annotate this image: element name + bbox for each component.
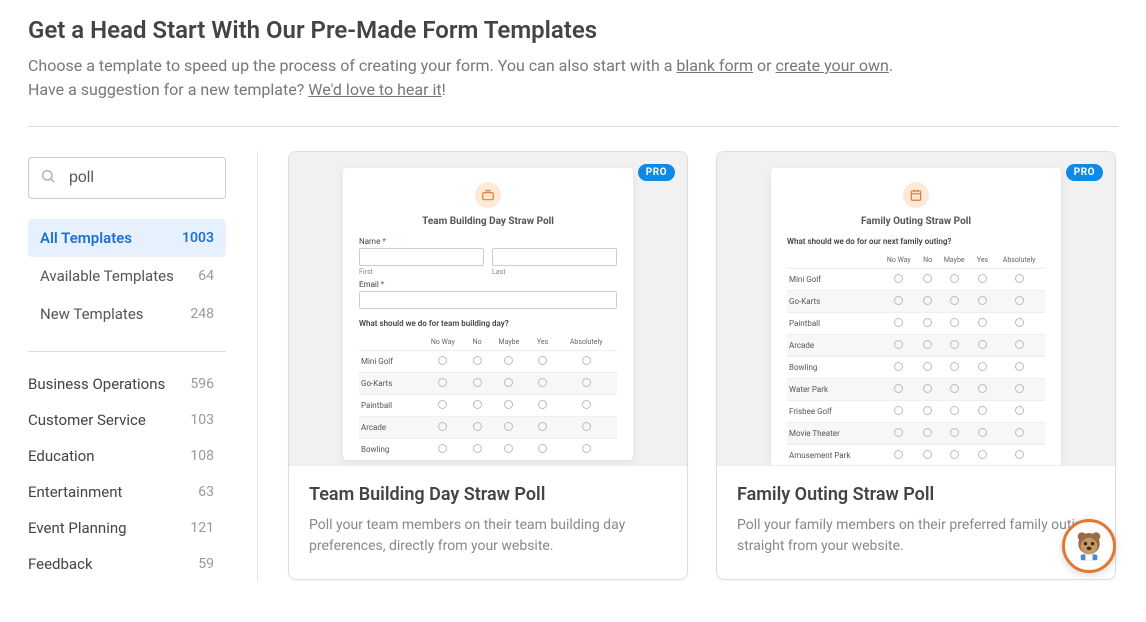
card-title: Team Building Day Straw Poll — [309, 484, 667, 505]
category-count: 59 — [198, 556, 214, 572]
pro-badge: PRO — [638, 164, 675, 181]
category-count: 103 — [190, 412, 214, 428]
page-subtitle: Choose a template to speed up the proces… — [28, 54, 1118, 102]
category-label: Entertainment — [28, 483, 122, 501]
main-content: PRO Team Building Day Straw Poll Name * … — [258, 151, 1118, 582]
suggestion-text: ! — [442, 80, 446, 99]
category-list: Business Operations 596 Customer Service 10… — [28, 366, 237, 582]
card-description: Poll your family members on their prefer… — [737, 515, 1095, 557]
subtitle-text: . — [889, 56, 893, 75]
card-preview: PRO Team Building Day Straw Poll Name * … — [289, 152, 687, 466]
template-card[interactable]: PRO Team Building Day Straw Poll Name * … — [288, 151, 688, 580]
suggestion-link[interactable]: We'd love to hear it — [308, 80, 441, 99]
sidebar: All Templates 1003 Available Templates 64 Ne… — [28, 151, 258, 582]
category-item-customer-service[interactable]: Customer Service 103 — [28, 402, 226, 438]
briefcase-icon — [475, 182, 501, 208]
header-divider — [28, 126, 1118, 127]
filter-item-all-templates[interactable]: All Templates 1003 — [28, 219, 226, 257]
filter-label: New Templates — [40, 305, 144, 323]
category-count: 121 — [190, 520, 214, 536]
category-count: 596 — [190, 376, 214, 392]
card-preview: PRO Family Outing Straw Poll What should… — [717, 152, 1115, 466]
category-item-business-operations[interactable]: Business Operations 596 — [28, 366, 226, 402]
pro-badge: PRO — [1066, 164, 1103, 181]
sidebar-divider — [28, 351, 226, 352]
filter-count: 248 — [190, 306, 214, 322]
filter-label: Available Templates — [40, 267, 174, 285]
help-chat-button[interactable] — [1062, 519, 1116, 573]
template-card[interactable]: PRO Family Outing Straw Poll What should… — [716, 151, 1116, 580]
mascot-icon — [1070, 527, 1108, 565]
filter-list: All Templates 1003 Available Templates 64 Ne… — [28, 219, 237, 333]
category-label: Feedback — [28, 555, 93, 573]
subtitle-text: Choose a template to speed up the proces… — [28, 56, 676, 75]
filter-label: All Templates — [40, 229, 132, 247]
category-item-education[interactable]: Education 108 — [28, 438, 226, 474]
category-item-feedback[interactable]: Feedback 59 — [28, 546, 226, 582]
category-item-event-planning[interactable]: Event Planning 121 — [28, 510, 226, 546]
category-label: Event Planning — [28, 519, 127, 537]
card-description: Poll your team members on their team bui… — [309, 515, 667, 557]
category-label: Education — [28, 447, 95, 465]
category-item-entertainment[interactable]: Entertainment 63 — [28, 474, 226, 510]
filter-item-new-templates[interactable]: New Templates 248 — [28, 295, 226, 333]
category-count: 108 — [190, 448, 214, 464]
suggestion-text: Have a suggestion for a new template? — [28, 80, 308, 99]
card-title: Family Outing Straw Poll — [737, 484, 1095, 505]
create-own-link[interactable]: create your own — [776, 56, 889, 75]
blank-form-link[interactable]: blank form — [676, 56, 753, 75]
category-label: Business Operations — [28, 375, 165, 393]
page-title: Get a Head Start With Our Pre-Made Form … — [28, 16, 1118, 44]
calendar-icon — [903, 182, 929, 208]
category-label: Customer Service — [28, 411, 146, 429]
category-count: 63 — [198, 484, 214, 500]
filter-item-available-templates[interactable]: Available Templates 64 — [28, 257, 226, 295]
filter-count: 1003 — [182, 230, 214, 246]
subtitle-text: or — [753, 56, 775, 75]
filter-count: 64 — [198, 268, 214, 284]
search-input[interactable] — [28, 157, 226, 199]
